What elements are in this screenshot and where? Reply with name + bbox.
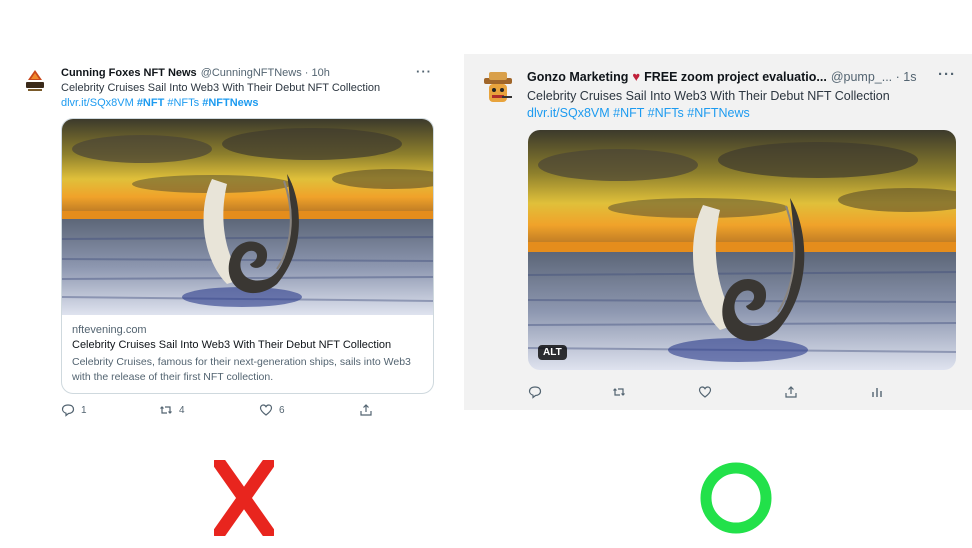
retweet-icon	[613, 388, 625, 396]
share-button[interactable]	[784, 385, 798, 399]
like-button[interactable]	[698, 385, 712, 399]
like-count: 6	[279, 404, 285, 416]
hashtag-nftnews[interactable]: #NFTNews	[202, 97, 258, 109]
retweet-count: 4	[179, 404, 185, 416]
share-icon	[785, 386, 797, 398]
author-name[interactable]: Cunning Foxes NFT News	[61, 67, 197, 79]
hashtag-nft[interactable]: #NFT	[137, 97, 165, 109]
tweet-links: dlvr.it/SQx8VM #NFT #NFTs #NFTNews	[527, 106, 750, 120]
card-domain: nftevening.com	[72, 324, 147, 336]
retweet-button[interactable]	[612, 385, 626, 399]
hashtag-nfts[interactable]: #NFTs	[167, 97, 199, 109]
left-tweet[interactable]: Cunning Foxes NFT News @CunningNFTNews ·…	[14, 56, 446, 428]
tweet-links: dlvr.it/SQx8VM #NFT #NFTs #NFTNews	[61, 97, 258, 109]
short-link[interactable]: dlvr.it/SQx8VM	[527, 106, 610, 120]
tweet-image-art	[528, 130, 956, 370]
analytics-icon	[872, 388, 882, 397]
tweet-image[interactable]: ALT	[528, 130, 956, 370]
author-handle[interactable]: @pump_... · 1s	[831, 70, 917, 84]
author-handle[interactable]: @CunningNFTNews · 10h	[201, 67, 330, 79]
like-icon	[698, 386, 712, 398]
tweet-actions: 1 4 6	[61, 400, 391, 420]
more-icon[interactable]: ···	[938, 66, 956, 83]
tweet-text-body: Celebrity Cruises Sail Into Web3 With Th…	[527, 89, 890, 103]
author-name[interactable]: Gonzo Marketing	[527, 70, 628, 84]
reply-count: 1	[81, 404, 87, 416]
reply-icon	[61, 404, 75, 417]
analytics-button[interactable]	[870, 385, 884, 399]
reply-icon	[528, 386, 542, 399]
tweet-text: Celebrity Cruises Sail Into Web3 With Th…	[61, 82, 380, 94]
reply-button[interactable]: 1	[61, 403, 87, 417]
tweet-actions	[528, 382, 908, 402]
card-title: Celebrity Cruises Sail Into Web3 With Th…	[72, 339, 392, 351]
hashtag-nftnews[interactable]: #NFTNews	[687, 106, 750, 120]
retweet-button[interactable]: 4	[159, 403, 185, 417]
tweet-header: Cunning Foxes NFT News @CunningNFTNews ·…	[61, 67, 330, 79]
more-icon[interactable]: ···	[416, 64, 432, 79]
gonzo-marketing-avatar[interactable]	[478, 68, 518, 108]
right-tweet[interactable]: Gonzo Marketing ♥ FREE zoom project eval…	[464, 54, 972, 410]
tweet-text-body: Celebrity Cruises Sail Into Web3 With Th…	[61, 82, 381, 94]
hashtag-nft[interactable]: #NFT	[613, 106, 644, 120]
heart-emoji-icon: ♥	[632, 69, 641, 84]
share-button[interactable]	[359, 403, 373, 417]
tweet-text: Celebrity Cruises Sail Into Web3 With Th…	[527, 89, 890, 103]
share-icon	[360, 404, 372, 416]
alt-badge[interactable]: ALT	[538, 345, 567, 360]
correct-o-mark	[700, 462, 772, 534]
like-icon	[259, 404, 273, 416]
like-button[interactable]: 6	[259, 403, 285, 417]
retweet-icon	[160, 406, 172, 414]
link-card[interactable]: nftevening.com Celebrity Cruises Sail In…	[61, 118, 434, 394]
cunning-foxes-avatar[interactable]	[20, 66, 50, 96]
tweet-header: Gonzo Marketing ♥ FREE zoom project eval…	[527, 69, 916, 84]
author-name-suffix[interactable]: FREE zoom project evaluatio...	[644, 70, 827, 84]
card-description: Celebrity Cruises, famous for their next…	[72, 356, 411, 383]
wrong-x-mark	[214, 460, 274, 536]
hashtag-nfts[interactable]: #NFTs	[648, 106, 684, 120]
card-image	[62, 119, 433, 315]
short-link[interactable]: dlvr.it/SQx8VM	[61, 97, 134, 109]
reply-button[interactable]	[528, 385, 542, 399]
